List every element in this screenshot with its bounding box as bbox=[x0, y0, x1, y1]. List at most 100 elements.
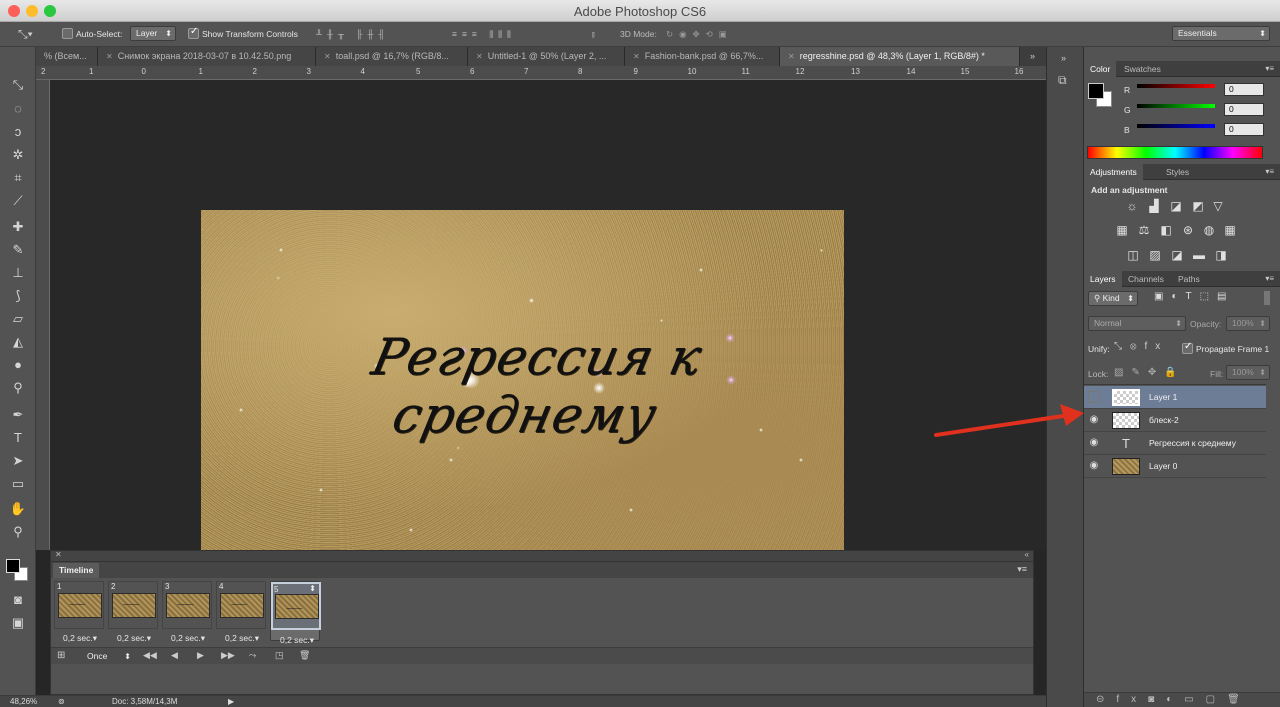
type-tool-icon[interactable]: T bbox=[7, 428, 29, 448]
healing-brush-tool-icon[interactable]: ✚ bbox=[7, 217, 29, 237]
clone-stamp-tool-icon[interactable]: ⊥ bbox=[7, 263, 29, 283]
close-tab-icon[interactable]: ✕ bbox=[106, 52, 113, 61]
brightness-contrast-icon[interactable]: ☼ bbox=[1125, 199, 1139, 213]
brush-tool-icon[interactable]: ✎ bbox=[7, 240, 29, 260]
first-frame-icon[interactable]: ◀◀ bbox=[143, 650, 157, 661]
frame-delay-dropdown[interactable]: 0,2 sec.▾ bbox=[280, 634, 314, 647]
invert-icon[interactable]: ◫ bbox=[1126, 248, 1140, 262]
marquee-tool-icon[interactable]: ◌ bbox=[7, 99, 29, 119]
levels-icon[interactable]: ▟ bbox=[1147, 199, 1161, 213]
rectangle-tool-icon[interactable]: ▭ bbox=[7, 474, 29, 494]
align-icons[interactable]: ╨╫╥ ╟╫╢ bbox=[316, 27, 390, 42]
fill-input[interactable]: 100% bbox=[1226, 365, 1270, 380]
layer-row-sparkle-2[interactable]: ◉ блеск-2 bbox=[1084, 409, 1266, 432]
frame-delay-dropdown[interactable]: 0,2 sec.▾ bbox=[63, 633, 97, 644]
auto-select-dropdown[interactable]: Layer bbox=[130, 26, 176, 41]
move-tool-preset-icon[interactable]: ⤡▾ bbox=[18, 27, 33, 42]
convert-timeline-icon[interactable]: ⊞ bbox=[57, 650, 65, 661]
foreground-color-swatch[interactable] bbox=[1088, 83, 1104, 99]
blend-mode-dropdown[interactable]: Normal bbox=[1088, 316, 1186, 331]
panel-menu-icon[interactable]: ▾≡ bbox=[1017, 564, 1027, 575]
unify-icons[interactable]: ⤡⊗fx bbox=[1114, 341, 1168, 352]
zoom-level[interactable]: 48,26% bbox=[10, 697, 37, 706]
status-menu-icon[interactable]: ▶ bbox=[228, 697, 234, 706]
layer-row-text[interactable]: ◉ T Регрессия к среднему bbox=[1084, 432, 1266, 455]
pen-tool-icon[interactable]: ✒ bbox=[7, 405, 29, 425]
layer-filter-icons[interactable]: ▣◐T⬚▤ bbox=[1154, 291, 1235, 302]
selective-color-icon[interactable]: ◨ bbox=[1214, 248, 1228, 262]
tab-paths[interactable]: Paths bbox=[1172, 271, 1206, 287]
expand-dock-icon[interactable]: » bbox=[1061, 53, 1066, 63]
blur-tool-icon[interactable]: ● bbox=[7, 355, 29, 375]
path-selection-tool-icon[interactable]: ➤ bbox=[7, 451, 29, 471]
tab-document-4[interactable]: ✕ Untitled-1 @ 50% (Layer 2, ... bbox=[468, 47, 625, 66]
loop-options-dropdown[interactable]: Once bbox=[81, 649, 135, 664]
screen-mode-icon[interactable]: ▣ bbox=[7, 613, 29, 633]
vibrance-icon[interactable]: ▽ bbox=[1211, 199, 1225, 213]
tab-layers[interactable]: Layers bbox=[1084, 271, 1122, 287]
close-tab-icon[interactable]: ✕ bbox=[633, 52, 640, 61]
auto-select-checkbox[interactable] bbox=[62, 28, 73, 39]
previous-frame-icon[interactable]: ◀ bbox=[171, 650, 178, 661]
frame-delay-dropdown[interactable]: 0,2 sec.▾ bbox=[225, 633, 259, 644]
lasso-tool-icon[interactable]: ↄ bbox=[7, 122, 29, 142]
3d-mode-icons[interactable]: ↻◉✥⟲▣ bbox=[666, 27, 733, 42]
filter-toggle[interactable] bbox=[1264, 291, 1270, 305]
workspace-dropdown[interactable]: Essentials bbox=[1172, 26, 1270, 41]
close-tab-icon[interactable]: ✕ bbox=[788, 52, 795, 61]
close-panel-icon[interactable]: ✕ bbox=[55, 550, 62, 559]
magic-wand-tool-icon[interactable]: ✲ bbox=[7, 145, 29, 165]
show-transform-checkbox[interactable] bbox=[188, 26, 199, 39]
history-panel-icon[interactable]: ⧉ bbox=[1058, 73, 1067, 88]
quick-mask-icon[interactable]: ◙ bbox=[7, 590, 29, 610]
blue-slider[interactable] bbox=[1137, 124, 1215, 128]
layer-footer-icons[interactable]: ⊝fx◙◐▭▢🗑 bbox=[1096, 694, 1252, 705]
curves-icon[interactable]: ◪ bbox=[1169, 199, 1183, 213]
paint-bucket-tool-icon[interactable]: ◭ bbox=[7, 332, 29, 352]
duplicate-frame-icon[interactable]: ◳ bbox=[275, 650, 284, 661]
tween-icon[interactable]: ⤳ bbox=[249, 650, 256, 661]
distribute-icons[interactable]: ≡≡≡ ⫼⫼⫼ bbox=[452, 27, 516, 42]
crop-tool-icon[interactable]: ⌗ bbox=[7, 168, 29, 188]
color-spectrum-bar[interactable] bbox=[1087, 146, 1263, 159]
hand-tool-icon[interactable]: ✋ bbox=[7, 499, 29, 519]
next-frame-icon[interactable]: ▶▶ bbox=[221, 650, 235, 661]
opacity-input[interactable]: 100% bbox=[1226, 316, 1270, 331]
document-canvas[interactable]: Регрессия к среднему bbox=[201, 210, 844, 550]
frame-delay-dropdown[interactable]: 0,2 sec.▾ bbox=[171, 633, 205, 644]
lock-icons[interactable]: ▨✎✥🔒 bbox=[1114, 367, 1185, 378]
tab-document-2[interactable]: ✕ Снимок экрана 2018-03-07 в 10.42.50.png bbox=[98, 47, 316, 66]
timeline-frame[interactable]: 1 0,2 sec.▾ bbox=[54, 581, 104, 644]
frame-delay-dropdown[interactable]: 0,2 sec.▾ bbox=[117, 633, 151, 644]
layer-kind-filter[interactable]: ⚲ Kind bbox=[1088, 291, 1138, 306]
eye-icon[interactable]: ◉ bbox=[1088, 460, 1100, 472]
delete-frame-icon[interactable]: 🗑 bbox=[299, 650, 310, 661]
move-tool-icon[interactable]: ⤡ bbox=[7, 75, 29, 95]
tab-swatches[interactable]: Swatches bbox=[1118, 61, 1167, 77]
threshold-icon[interactable]: ◪ bbox=[1170, 248, 1184, 262]
foreground-color-swatch[interactable] bbox=[6, 559, 20, 573]
red-slider[interactable] bbox=[1137, 84, 1215, 88]
tab-document-5[interactable]: ✕ Fashion-bank.psd @ 66,7%... bbox=[625, 47, 780, 66]
zoom-tool-icon[interactable]: ⚲ bbox=[7, 522, 29, 542]
photo-filter-icon[interactable]: ⊛ bbox=[1181, 223, 1195, 237]
panel-menu-icon[interactable]: ▾≡ bbox=[1265, 64, 1274, 73]
color-lookup-icon[interactable]: ▦ bbox=[1223, 223, 1237, 237]
layer-row-layer-1[interactable]: Layer 1 bbox=[1084, 386, 1266, 409]
hue-saturation-icon[interactable]: ▦ bbox=[1115, 223, 1129, 237]
status-icon[interactable]: ⊚ bbox=[58, 697, 65, 706]
auto-align-icon[interactable]: ⫾ bbox=[592, 27, 595, 42]
timeline-frame[interactable]: 2 0,2 sec.▾ bbox=[108, 581, 158, 644]
close-tab-icon[interactable]: ✕ bbox=[324, 52, 331, 61]
tab-document-active[interactable]: ✕ regresshine.psd @ 48,3% (Layer 1, RGB/8… bbox=[780, 47, 1020, 66]
tab-color[interactable]: Color bbox=[1084, 61, 1117, 77]
timeline-tab[interactable]: Timeline bbox=[53, 563, 100, 578]
channel-mixer-icon[interactable]: ◍ bbox=[1202, 223, 1216, 237]
blue-value-input[interactable]: 0 bbox=[1224, 123, 1264, 136]
more-tabs-icon[interactable]: » bbox=[1030, 51, 1035, 61]
history-brush-tool-icon[interactable]: ⟆ bbox=[7, 286, 29, 306]
eraser-tool-icon[interactable]: ▱ bbox=[7, 309, 29, 329]
red-value-input[interactable]: 0 bbox=[1224, 83, 1264, 96]
posterize-icon[interactable]: ▨ bbox=[1148, 248, 1162, 262]
panel-menu-icon[interactable]: ▾≡ bbox=[1265, 167, 1274, 176]
